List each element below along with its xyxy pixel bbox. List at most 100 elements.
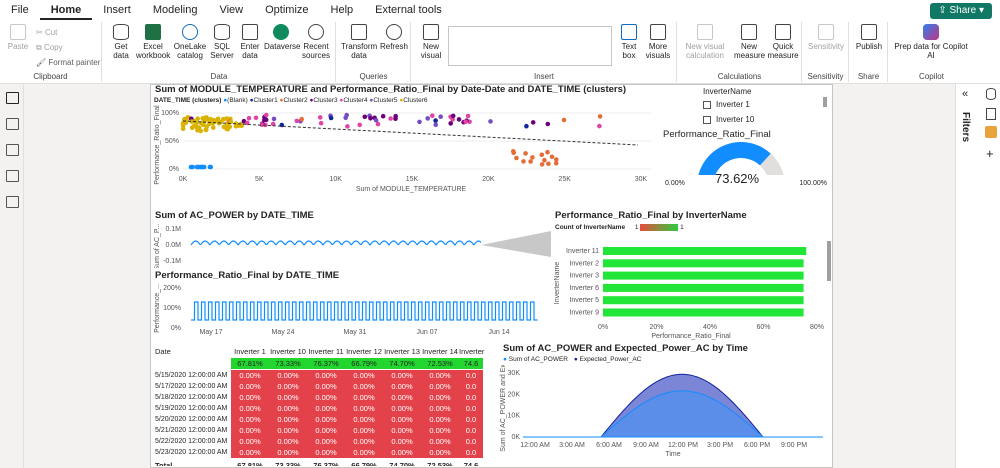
- total-cell: 67.81%: [237, 461, 263, 466]
- total-cell: 76.37%: [313, 461, 339, 466]
- onelake-catalog-button[interactable]: OneLake catalog: [173, 24, 207, 60]
- model-view-icon[interactable]: [6, 144, 19, 156]
- refresh-label: Refresh: [379, 42, 408, 51]
- summary-cell: [155, 358, 231, 369]
- new-visual-calculation-button[interactable]: New visual calculation: [680, 24, 730, 60]
- copy-label: Copy: [43, 43, 63, 52]
- legend-dot-icon: ●: [503, 356, 507, 363]
- format-painter-button[interactable]: 🖌 Format painter: [36, 58, 100, 67]
- refresh-button[interactable]: Refresh: [379, 24, 409, 51]
- x-tick-label: 30K: [635, 176, 648, 183]
- scatter-legend-item: Cluster4: [343, 97, 368, 104]
- bars-chart[interactable]: InverterName Inverter 11 Inverter 2 Inverte…: [551, 235, 833, 340]
- menu-file[interactable]: File: [0, 0, 40, 20]
- format-pane-icon[interactable]: [986, 108, 996, 120]
- acpower-chart[interactable]: 0.1M 0.0M -0.1MSum of AC_P...: [151, 223, 551, 268]
- table-row-cell: 0.00%: [307, 381, 345, 392]
- menu-view[interactable]: View: [208, 0, 254, 20]
- table-row-cell: 0.00%: [307, 447, 345, 458]
- paste-button[interactable]: Paste: [6, 24, 30, 51]
- x-tick-label: 12:00 AM: [520, 442, 550, 449]
- share-label: Share: [949, 5, 977, 16]
- ac-power-area: [523, 390, 823, 438]
- text-box-button[interactable]: Text box: [618, 24, 640, 60]
- x-axis-title: Performance_Ratio_Final: [651, 333, 731, 340]
- menu-external-tools[interactable]: External tools: [364, 0, 453, 20]
- more-visuals-button[interactable]: More visuals: [642, 24, 674, 60]
- excel-workbook-button[interactable]: Excel workbook: [136, 24, 170, 60]
- x-tick-label: 10K: [329, 176, 342, 183]
- optimize-pane-icon[interactable]: [985, 126, 997, 138]
- cut-button[interactable]: ✂ Cut: [36, 28, 57, 37]
- menu-modeling[interactable]: Modeling: [142, 0, 209, 20]
- checkbox-icon[interactable]: [703, 115, 711, 124]
- header-cell: Inverter 13: [384, 347, 420, 356]
- slicer-scrollbar[interactable]: [823, 97, 827, 107]
- dax-query-view-icon[interactable]: [6, 170, 19, 182]
- scatter-point: [299, 116, 304, 122]
- menu-optimize[interactable]: Optimize: [254, 0, 319, 20]
- table-row-cell: 0.00%: [345, 381, 383, 392]
- summary-cell: 76.37%: [307, 358, 345, 369]
- scatter-legend-item: Cluster3: [313, 97, 338, 104]
- y-tick-label: -0.1M: [163, 258, 181, 265]
- filters-label[interactable]: Filters: [960, 112, 971, 142]
- collapse-icon[interactable]: «: [962, 88, 968, 100]
- scatter-point: [417, 119, 422, 125]
- menu-insert[interactable]: Insert: [92, 0, 142, 20]
- x-tick-label: 0K: [179, 176, 188, 183]
- table-row-cell: 0.0: [459, 381, 483, 392]
- scatter-chart[interactable]: 100% 50% 0%0K 5K 10K 15K 20K 25K 30K Sum of MODUL…: [151, 105, 661, 205]
- new-measure-label: New measure: [734, 42, 766, 60]
- dataverse-icon: [273, 24, 289, 40]
- table-row-cell: 0.00%: [421, 370, 459, 381]
- ribbon: Paste ✂ Cut ⧉ Copy 🖌 Format painter Clip…: [0, 20, 1000, 84]
- x-tick-label: Jun 07: [416, 329, 437, 336]
- checkbox-icon[interactable]: [703, 100, 711, 109]
- y-tick-label: Inverter 11: [566, 248, 599, 255]
- share-button[interactable]: ⇪ Share ▾: [930, 3, 992, 19]
- scatter-point: [218, 119, 224, 125]
- add-pane-icon[interactable]: +: [986, 146, 994, 161]
- table-row-cell: 0.00%: [231, 414, 269, 425]
- copy-button[interactable]: ⧉ Copy: [36, 43, 63, 53]
- matrix-table[interactable]: Date Inverter 1 Inverter 10 Inverter 11 Inve…: [155, 346, 493, 466]
- transform-icon: [351, 24, 367, 40]
- header-cell: Inverter 1: [234, 347, 266, 356]
- report-view-icon[interactable]: [6, 92, 19, 104]
- gauge-chart[interactable]: [663, 141, 833, 175]
- recent-sources-button[interactable]: Recent sources: [300, 24, 332, 60]
- table-view-icon[interactable]: [6, 118, 19, 130]
- new-visual-button[interactable]: New visual: [418, 24, 444, 60]
- get-data-button[interactable]: Get data: [109, 24, 133, 60]
- dataverse-button[interactable]: Dataverse: [264, 24, 300, 51]
- area-chart[interactable]: 30K 20K 10K 0K Sum of AC_POWER and Ex... 12:0…: [493, 365, 833, 467]
- table-row-cell: 0.00%: [269, 414, 307, 425]
- scatter-point: [195, 116, 200, 121]
- menu-home[interactable]: Home: [39, 0, 93, 20]
- x-tick-label: 25K: [558, 176, 571, 183]
- enter-data-button[interactable]: Enter data: [237, 24, 263, 60]
- sql-server-button[interactable]: SQL Server: [209, 24, 235, 60]
- scatter-legend-item: Cluster1: [253, 97, 278, 104]
- x-tick-label: 6:00 PM: [744, 442, 770, 449]
- calculations-group: New visual calculation New measure Quick…: [678, 22, 802, 82]
- prep-data-copilot-button[interactable]: Prep data for Copilot AI: [891, 24, 971, 60]
- visual-gallery[interactable]: [448, 26, 612, 66]
- publish-button[interactable]: Publish: [853, 24, 885, 51]
- sensitivity-btn-label: Sensitivity: [807, 42, 844, 51]
- slicer-item-inverter-1[interactable]: Inverter 1: [703, 100, 750, 109]
- prdate-chart[interactable]: 200% 100% 0% Performance_... May 17 May 24 May…: [151, 282, 551, 342]
- sensitivity-button[interactable]: Sensitivity: [807, 24, 845, 51]
- data-pane-icon[interactable]: [986, 88, 996, 100]
- y-tick-label: 100%: [163, 305, 181, 312]
- tmdl-view-icon[interactable]: [6, 196, 19, 208]
- new-measure-button[interactable]: New measure: [734, 24, 766, 60]
- menu-help[interactable]: Help: [320, 0, 365, 20]
- y-tick-label: 0%: [171, 325, 181, 332]
- table-row-cell: 0.00%: [231, 447, 269, 458]
- excel-label: Excel workbook: [136, 42, 171, 60]
- quick-measure-button[interactable]: Quick measure: [766, 24, 800, 60]
- transform-data-button[interactable]: Transform data: [341, 24, 377, 60]
- slicer-item-inverter-10[interactable]: Inverter 10: [703, 115, 754, 124]
